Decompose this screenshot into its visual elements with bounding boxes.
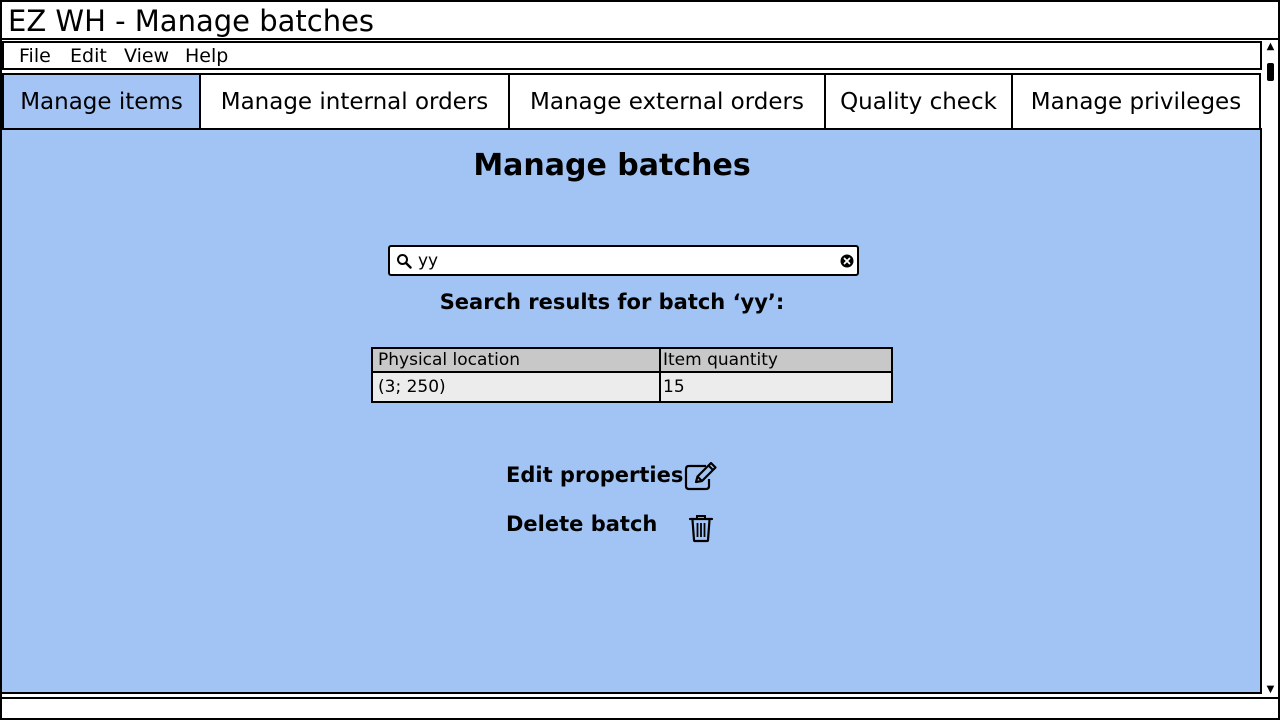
tab-bar: Manage items Manage internal orders Mana… <box>2 73 1262 129</box>
clear-icon[interactable] <box>840 254 854 268</box>
delete-batch-button[interactable]: Delete batch <box>506 512 657 536</box>
menu-bar: File Edit View Help <box>2 41 1262 70</box>
edit-properties-button[interactable]: Edit properties <box>506 463 683 487</box>
title-bar: EZ WH - Manage batches <box>2 2 1278 40</box>
vertical-scrollbar[interactable]: ▲ ▼ <box>1263 41 1278 697</box>
column-header-physical-location: Physical location <box>373 349 661 371</box>
tab-label: Manage items <box>20 89 183 115</box>
tab-manage-privileges[interactable]: Manage privileges <box>1011 73 1261 129</box>
trash-icon[interactable] <box>688 513 714 543</box>
main-content: Manage batches Search results for batch … <box>2 128 1262 694</box>
tab-manage-external-orders[interactable]: Manage external orders <box>508 73 826 129</box>
window-title: EZ WH - Manage batches <box>8 4 375 38</box>
edit-icon[interactable] <box>684 462 718 492</box>
status-bar <box>2 697 1278 718</box>
cell-physical-location: (3; 250) <box>373 373 661 401</box>
results-table: Physical location Item quantity (3; 250)… <box>371 347 893 403</box>
tab-label: Manage privileges <box>1030 89 1242 115</box>
scroll-up-icon[interactable]: ▲ <box>1263 41 1278 53</box>
search-box[interactable] <box>388 245 859 276</box>
cell-item-quantity: 15 <box>663 377 685 397</box>
menu-item-edit[interactable]: Edit <box>70 45 107 67</box>
tab-label: Manage external orders <box>530 89 804 115</box>
scroll-down-icon[interactable]: ▼ <box>1263 684 1278 696</box>
scroll-thumb[interactable] <box>1267 63 1274 81</box>
search-input[interactable] <box>418 250 838 272</box>
search-icon <box>397 254 412 269</box>
table-header-row: Physical location Item quantity <box>373 349 891 373</box>
tab-manage-internal-orders[interactable]: Manage internal orders <box>199 73 510 129</box>
column-header-item-quantity: Item quantity <box>663 350 778 370</box>
results-heading: Search results for batch ‘yy’: <box>439 290 785 314</box>
menu-item-view[interactable]: View <box>124 45 169 67</box>
table-row[interactable]: (3; 250) 15 <box>373 373 891 401</box>
tab-label: Manage internal orders <box>220 89 489 115</box>
menu-item-file[interactable]: File <box>19 45 51 67</box>
tab-manage-items[interactable]: Manage items <box>2 73 201 129</box>
tab-quality-check[interactable]: Quality check <box>824 73 1013 129</box>
tab-label: Quality check <box>840 89 997 115</box>
menu-item-help[interactable]: Help <box>185 45 228 67</box>
page-title: Manage batches <box>473 148 751 183</box>
